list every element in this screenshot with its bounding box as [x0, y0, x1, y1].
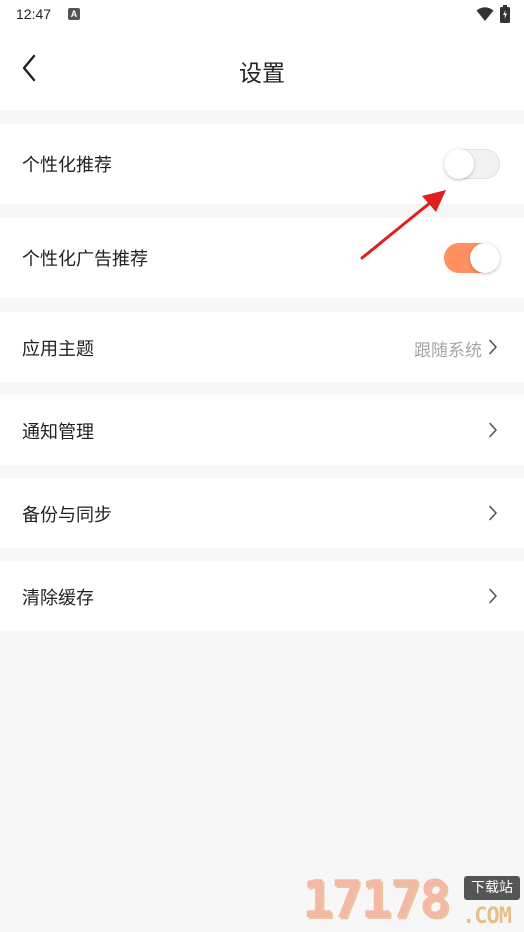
- battery-icon: [500, 5, 510, 27]
- setting-label: 通知管理: [22, 422, 94, 443]
- toggle-knob: [470, 243, 500, 273]
- setting-label: 应用主题: [22, 339, 94, 360]
- app-theme-value: 跟随系统: [414, 341, 482, 361]
- page-title: 设置: [239, 61, 285, 87]
- chevron-right-icon: [489, 588, 497, 604]
- watermark-logo: 17178 下载站 .COM: [298, 868, 524, 932]
- setting-row-backup-sync[interactable]: 备份与同步: [0, 478, 524, 548]
- chevron-right-icon: [489, 422, 497, 438]
- chevron-right-icon: [489, 339, 497, 355]
- personalized-recommend-toggle[interactable]: [444, 149, 500, 179]
- toggle-knob: [444, 149, 474, 179]
- setting-row-clear-cache[interactable]: 清除缓存: [0, 561, 524, 631]
- chevron-right-icon: [489, 505, 497, 521]
- setting-label: 备份与同步: [22, 505, 112, 526]
- setting-label: 个性化广告推荐: [22, 249, 148, 270]
- status-time: 12:47: [16, 6, 52, 22]
- personalized-ads-toggle[interactable]: [444, 243, 500, 273]
- watermark-badge: 下载站: [464, 876, 520, 900]
- status-indicator-icon: A: [68, 8, 80, 20]
- status-bar: 12:47 A: [0, 0, 524, 28]
- watermark-suffix: .COM: [462, 904, 512, 929]
- watermark-digits: 17178: [302, 870, 451, 930]
- wifi-icon: [476, 6, 494, 26]
- setting-label: 个性化推荐: [22, 155, 112, 176]
- setting-row-app-theme[interactable]: 应用主题 跟随系统: [0, 312, 524, 382]
- setting-label: 清除缓存: [22, 588, 94, 609]
- header: 设置: [0, 28, 524, 110]
- annotation-arrow: [360, 190, 446, 260]
- setting-row-notifications[interactable]: 通知管理: [0, 395, 524, 465]
